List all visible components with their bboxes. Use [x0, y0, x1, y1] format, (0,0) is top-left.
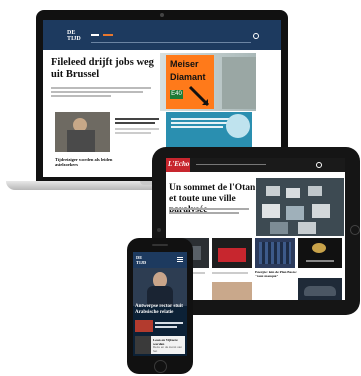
- laptop-logo[interactable]: DE TIJD: [67, 30, 81, 42]
- phone-home-button[interactable]: [154, 360, 167, 373]
- laptop-headline[interactable]: Fileleed drijft jobs weg uit Brussel: [51, 57, 166, 81]
- tablet-thumb-caption[interactable]: Energie: loin de Plan Basto: "taux manqu…: [255, 270, 297, 278]
- laptop-bottom-headline-2[interactable]: asielzoekers: [55, 162, 78, 167]
- laptop-nav-row[interactable]: [91, 42, 251, 43]
- phone-logo[interactable]: DE TIJD: [136, 255, 146, 265]
- tablet-lead-text: [169, 208, 249, 210]
- phone-list-text: [155, 322, 183, 324]
- tablet-lead-text: [169, 212, 239, 214]
- search-icon[interactable]: [316, 162, 322, 168]
- tablet-logo[interactable]: L'Echo: [168, 160, 189, 168]
- phone-item-2[interactable]: Deze en de kunst van het: [153, 345, 185, 353]
- tablet-nav-row[interactable]: [196, 164, 266, 165]
- laptop-hero-image[interactable]: Meiser Diamant E40: [160, 53, 256, 111]
- tablet-hero-image[interactable]: [256, 178, 344, 236]
- laptop-news-image[interactable]: [55, 112, 110, 152]
- tablet-thumb-2[interactable]: [212, 238, 252, 268]
- sign-line-2: Diamant: [170, 72, 206, 82]
- laptop-nav-item[interactable]: [91, 34, 99, 36]
- phone-speaker: [152, 244, 168, 246]
- phone-headline[interactable]: Antwerpse rector stuit Arabsische relati…: [135, 304, 185, 315]
- tablet-thumb-3[interactable]: [255, 238, 295, 268]
- menu-icon[interactable]: [177, 257, 183, 258]
- tablet-home-button[interactable]: [350, 225, 360, 235]
- laptop-nav-badge[interactable]: [103, 34, 113, 36]
- tablet-camera: [157, 228, 161, 232]
- phone-list-text: [155, 326, 177, 328]
- sign-road-number: E40: [170, 90, 183, 99]
- tablet-car-image[interactable]: [298, 278, 342, 300]
- laptop-lead-text: [51, 95, 111, 97]
- phone-card[interactable]: Leon en Vijfeere worden Deze en de kunst…: [135, 336, 185, 354]
- arrow-icon: [188, 85, 210, 107]
- laptop-lead-text: [51, 87, 151, 89]
- tablet-thumb-text: [212, 272, 248, 274]
- search-icon[interactable]: [253, 33, 259, 39]
- phone-hero-image[interactable]: [133, 268, 187, 306]
- promo-badge: [226, 114, 250, 138]
- laptop-news-text[interactable]: [113, 112, 163, 152]
- phone-list-thumb[interactable]: [135, 320, 153, 332]
- tablet-bottom-image[interactable]: [212, 282, 252, 300]
- phone-screen: DE TIJD Antwerpse rector stuit Arabsisch…: [133, 252, 187, 356]
- tablet-thumb-ad[interactable]: [298, 238, 342, 268]
- sign-line-1: Meiser: [170, 59, 199, 69]
- laptop-lead-text: [51, 91, 143, 93]
- laptop-camera: [160, 13, 164, 17]
